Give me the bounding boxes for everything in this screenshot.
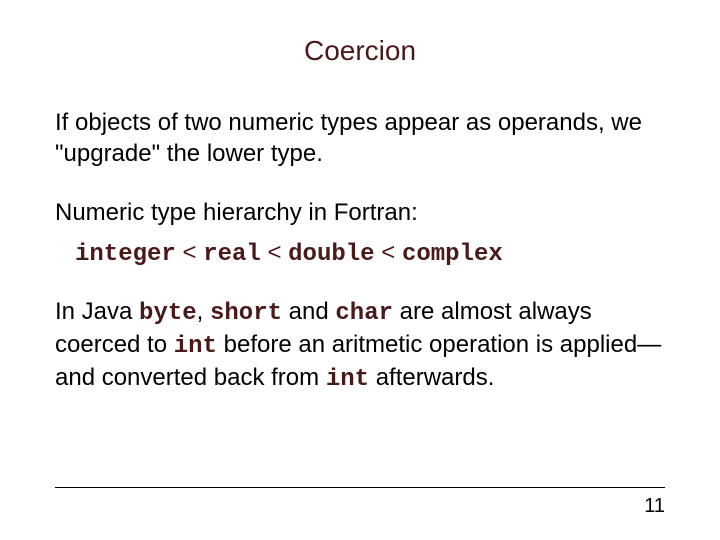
less-than: < (261, 239, 288, 266)
code-byte: byte (139, 300, 197, 327)
code-char: char (335, 300, 393, 327)
type-hierarchy: integer < real < double < complex (75, 239, 665, 268)
code-int: int (326, 366, 369, 393)
code-short: short (210, 300, 282, 327)
less-than: < (375, 239, 402, 266)
code-int: int (174, 333, 217, 360)
less-than: < (176, 239, 203, 266)
text: , (197, 298, 210, 325)
type-real: real (203, 241, 261, 268)
slide-title: Coercion (55, 35, 665, 67)
paragraph-3: In Java byte, short and char are almost … (55, 296, 665, 396)
paragraph-1: If objects of two numeric types appear a… (55, 107, 665, 169)
type-double: double (288, 241, 374, 268)
type-integer: integer (75, 241, 176, 268)
paragraph-2: Numeric type hierarchy in Fortran: (55, 197, 665, 228)
page-number: 11 (644, 495, 665, 518)
text: and (282, 298, 335, 325)
text: In Java (55, 298, 139, 325)
footer-divider (55, 487, 665, 488)
type-complex: complex (402, 241, 503, 268)
text: afterwards. (369, 364, 494, 391)
